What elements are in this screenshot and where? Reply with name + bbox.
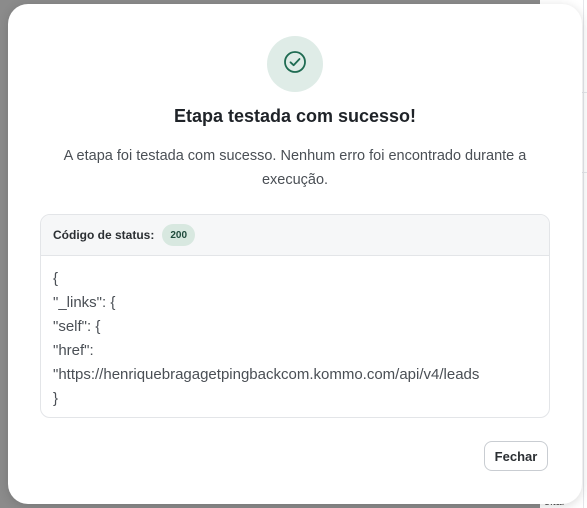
status-code-badge: 200: [162, 224, 196, 246]
success-badge: [267, 36, 323, 92]
response-body[interactable]: { "_links": { "self": { "href": "https://hen…: [41, 256, 549, 411]
response-line: "self": {: [53, 318, 101, 335]
test-result-modal: Etapa testada com sucesso! A etapa foi t…: [8, 4, 582, 504]
modal-description: A etapa foi testada com sucesso. Nenhum …: [63, 148, 527, 188]
response-line: "_links": {: [53, 294, 116, 311]
close-button[interactable]: Fechar: [484, 441, 548, 471]
status-card: Código de status: 200 { "_links": { "self"…: [40, 214, 550, 418]
status-label: Código de status:: [53, 228, 155, 242]
response-line: }: [53, 390, 59, 407]
modal-title: Etapa testada com sucesso!: [173, 106, 417, 126]
check-circle-icon: [283, 50, 307, 79]
response-line: "https://henriquebragagetpingbackcom.kom…: [53, 366, 480, 383]
response-line: "href":: [53, 342, 94, 359]
background-divider: [583, 0, 584, 508]
status-header: Código de status: 200: [41, 215, 549, 256]
response-line: {: [53, 270, 59, 287]
